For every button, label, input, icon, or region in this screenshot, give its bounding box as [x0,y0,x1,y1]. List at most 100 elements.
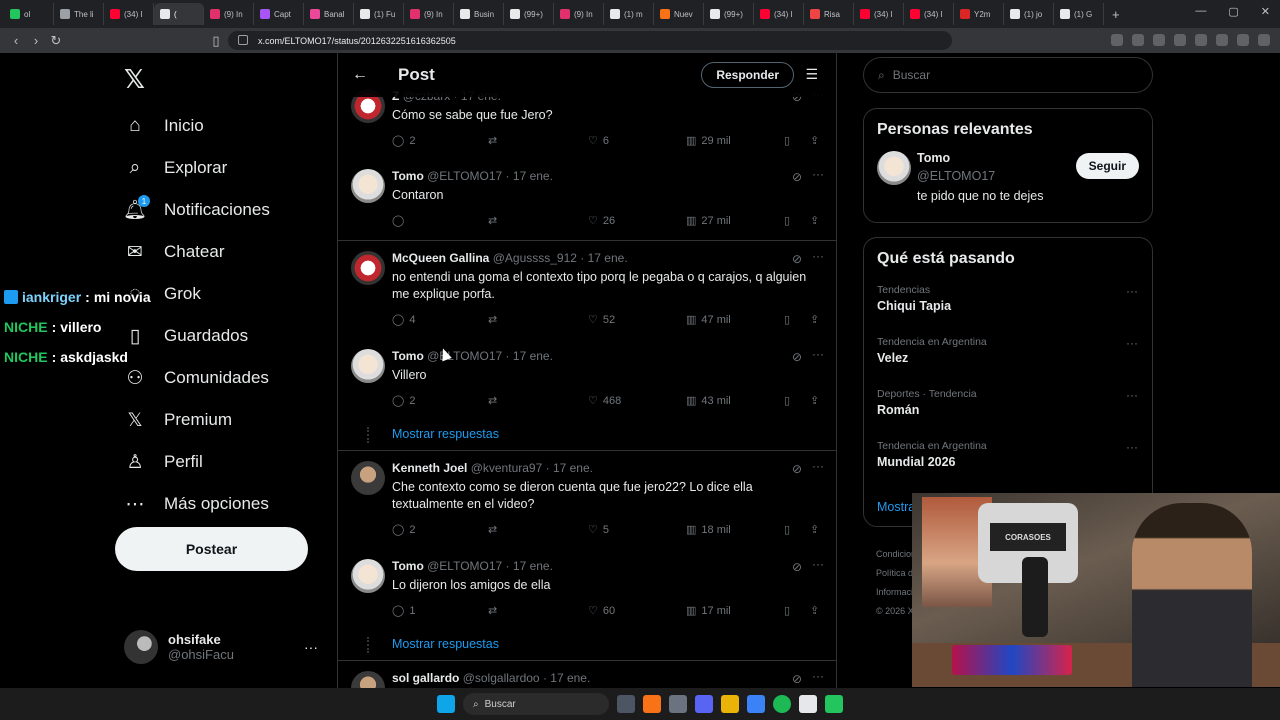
more-icon[interactable]: ··· [1126,284,1138,298]
author-name[interactable]: Tomo [392,559,424,573]
maximize-icon[interactable]: ▢ [1228,5,1238,18]
site-info-icon[interactable] [238,35,248,45]
tweet[interactable]: Tomo @ELTOMO17 · 17 ene. ⊘ ··· Lo dijeron l… [338,557,836,639]
reply-button[interactable]: ◯ [392,214,409,227]
browser-tab[interactable]: ol [4,3,54,25]
avatar[interactable] [351,559,385,593]
browser-tab[interactable]: (99+) [704,3,754,25]
file-explorer-icon[interactable] [721,695,739,713]
tweet-date[interactable]: 17 ene. [513,169,553,183]
tweet[interactable]: McQueen Gallina @Agussss_912 · 17 ene. ⊘ ·… [338,249,836,331]
browser-tab[interactable]: (34) I [104,3,154,25]
follow-button[interactable]: Seguir [1075,153,1139,179]
grok-icon[interactable]: ⊘ [792,350,802,364]
taskbar-search[interactable]: ⌕ Buscar [463,693,609,715]
avatar[interactable] [351,169,385,203]
extension-icon[interactable] [1216,34,1228,46]
more-icon[interactable]: ··· [812,347,824,361]
author-name[interactable]: McQueen Gallina [392,251,489,265]
brave-icon[interactable] [643,695,661,713]
more-icon[interactable]: ··· [812,669,824,683]
tweet-date[interactable]: 17 ene. [513,559,553,573]
bookmark-icon[interactable]: ▯ [206,33,226,49]
reply-button[interactable]: ◯ 2 [392,523,415,537]
url-field[interactable]: x.com/ELTOMO17/status/201263225161636250… [228,31,952,50]
app-icon[interactable] [669,695,687,713]
browser-tab[interactable]: (99+) [504,3,554,25]
trend-item[interactable]: Deportes · Tendencia Román ··· [864,384,1152,436]
retweet-button[interactable]: ⇄ [488,523,497,536]
share-button[interactable]: ⇪ [810,313,819,326]
close-icon[interactable]: ✕ [1261,5,1270,18]
trend-item[interactable]: Tendencia en Argentina Velez ··· [864,332,1152,384]
extension-icon[interactable] [1132,34,1144,46]
filter-icon[interactable]: ☰ [805,66,818,83]
retweet-button[interactable]: ⇄ [488,313,497,326]
extension-icon[interactable] [1258,34,1270,46]
forward-icon[interactable]: › [26,33,46,48]
spotify-icon[interactable] [773,695,791,713]
share-button[interactable]: ⇪ [810,604,819,617]
extension-icon[interactable] [1237,34,1249,46]
like-button[interactable]: ♡ 60 [588,604,615,618]
browser-tab[interactable]: (1) Fu [354,3,404,25]
app-icon[interactable] [747,695,765,713]
trend-item[interactable]: Tendencias Chiqui Tapia ··· [864,280,1152,332]
post-button[interactable]: Postear [115,527,308,571]
more-icon[interactable]: ··· [1126,388,1138,402]
views-button[interactable]: ▥ 18 mil [686,523,731,537]
search-input[interactable]: ⌕ Buscar [863,57,1153,93]
extension-icon[interactable] [1195,34,1207,46]
browser-tab[interactable]: Y2m [954,3,1004,25]
bookmark-button[interactable]: ▯ [784,523,790,536]
sidebar-item-home[interactable]: ⌂ Inicio [124,105,324,147]
grok-icon[interactable]: ⊘ [792,462,802,476]
minimize-icon[interactable]: — [1195,5,1206,18]
tweet[interactable]: Tomo @ELTOMO17 · 17 ene. ⊘ ··· Villero ◯ 2 ⇄ ♡ 4… [338,347,836,429]
sidebar-item-explore[interactable]: ⌕ Explorar [124,147,324,189]
show-replies-link[interactable]: Mostrar respuestas [392,637,499,651]
share-button[interactable]: ⇪ [810,394,819,407]
obs-icon[interactable] [799,695,817,713]
tweet[interactable]: sol gallardo @solgallardoo · 17 ene. ⊘ ··· [338,669,836,688]
like-button[interactable]: ♡ 5 [588,523,609,537]
like-button[interactable]: ♡ 26 [588,214,615,228]
tweet-date[interactable]: 17 ene. [588,251,628,265]
browser-tab[interactable]: (1) G [1054,3,1104,25]
grok-icon[interactable]: ⊘ [792,560,802,574]
grok-icon[interactable]: ⊘ [792,170,802,184]
tweet-date[interactable]: 17 ene. [550,671,590,685]
bookmark-button[interactable]: ▯ [784,394,790,407]
like-button[interactable]: ♡ 6 [588,134,609,148]
reply-button[interactable]: ◯ 2 [392,134,415,148]
sidebar-item-profile[interactable]: ♙ Perfil [124,441,324,483]
task-view-icon[interactable] [617,695,635,713]
reply-button[interactable]: ◯ 2 [392,394,415,408]
extension-icon[interactable] [1111,34,1123,46]
tweet[interactable]: Kenneth Joel @kventura97 · 17 ene. ⊘ ··· Ch… [338,459,836,541]
author-name[interactable]: Kenneth Joel [392,461,467,475]
author-name[interactable]: Tomo [392,169,424,183]
views-button[interactable]: ▥ 27 mil [686,214,731,228]
reply-button[interactable]: ◯ 4 [392,313,415,327]
app-icon[interactable] [825,695,843,713]
author-name[interactable]: sol gallardo [392,671,459,685]
grok-icon[interactable]: ⊘ [792,252,802,266]
more-icon[interactable]: ··· [812,249,824,263]
reply-button[interactable]: Responder [701,62,794,88]
avatar[interactable] [351,671,385,688]
browser-tab[interactable]: (34) I [754,3,804,25]
back-icon[interactable]: ‹ [6,33,26,48]
retweet-button[interactable]: ⇄ [488,394,497,407]
more-icon[interactable]: ··· [812,167,824,181]
extension-icon[interactable] [1174,34,1186,46]
share-button[interactable]: ⇪ [810,523,819,536]
avatar[interactable] [877,151,911,185]
browser-tab[interactable]: (9) In [554,3,604,25]
x-logo[interactable]: 𝕏 [124,64,145,95]
avatar[interactable] [351,251,385,285]
bookmark-button[interactable]: ▯ [784,134,790,147]
retweet-button[interactable]: ⇄ [488,604,497,617]
tweet[interactable]: Tomo @ELTOMO17 · 17 ene. ⊘ ··· Contaron ◯ ⇄ ♡ 2… [338,167,836,249]
bookmark-button[interactable]: ▯ [784,604,790,617]
